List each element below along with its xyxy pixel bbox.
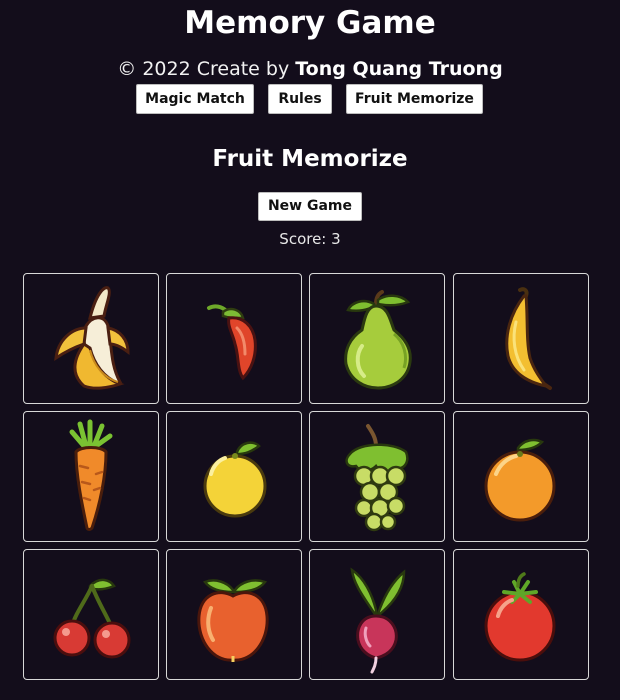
nav-magic-match-button[interactable]: Magic Match: [136, 84, 254, 114]
card-8[interactable]: [453, 411, 589, 542]
credit-prefix: © 2022 Create by: [117, 58, 296, 80]
score-display: Score: 3: [0, 229, 620, 249]
carrot-icon: [69, 419, 113, 531]
orange-icon: [484, 438, 556, 522]
card-2[interactable]: [166, 273, 302, 404]
memory-game-page: Memory Game © 2022 Create by Tong Quang …: [0, 0, 620, 700]
cherries-icon: [53, 578, 131, 659]
score-label: Score:: [279, 230, 327, 248]
nav-bar: Magic Match Rules Fruit Memorize: [0, 84, 620, 114]
card-10[interactable]: [166, 549, 302, 680]
game-title: Fruit Memorize: [212, 146, 408, 172]
radish-icon: [350, 567, 406, 674]
card-9[interactable]: [23, 549, 159, 680]
card-7[interactable]: [309, 411, 445, 542]
card-12[interactable]: [453, 549, 589, 680]
card-grid: [23, 273, 590, 681]
credit-author: Tong Quang Truong: [295, 58, 503, 80]
card-5[interactable]: [23, 411, 159, 542]
chili-pepper-icon: [207, 304, 257, 381]
nav-rules-button[interactable]: Rules: [268, 84, 332, 114]
card-6[interactable]: [166, 411, 302, 542]
card-4[interactable]: [453, 273, 589, 404]
peeled-banana-icon: [54, 286, 130, 390]
card-11[interactable]: [309, 549, 445, 680]
page-title: Memory Game: [184, 5, 436, 41]
nav-fruit-memorize-button[interactable]: Fruit Memorize: [346, 84, 483, 114]
banana-icon: [505, 287, 552, 390]
credit-line: © 2022 Create by Tong Quang Truong: [0, 57, 620, 81]
grapes-icon: [345, 424, 409, 532]
card-1[interactable]: [23, 273, 159, 404]
lemon-icon: [203, 441, 267, 518]
apple-icon: [197, 579, 269, 662]
score-value: 3: [331, 230, 341, 248]
tomato-icon: [484, 572, 556, 662]
new-game-button[interactable]: New Game: [258, 192, 362, 221]
card-3[interactable]: [309, 273, 445, 404]
pear-icon: [344, 290, 412, 390]
